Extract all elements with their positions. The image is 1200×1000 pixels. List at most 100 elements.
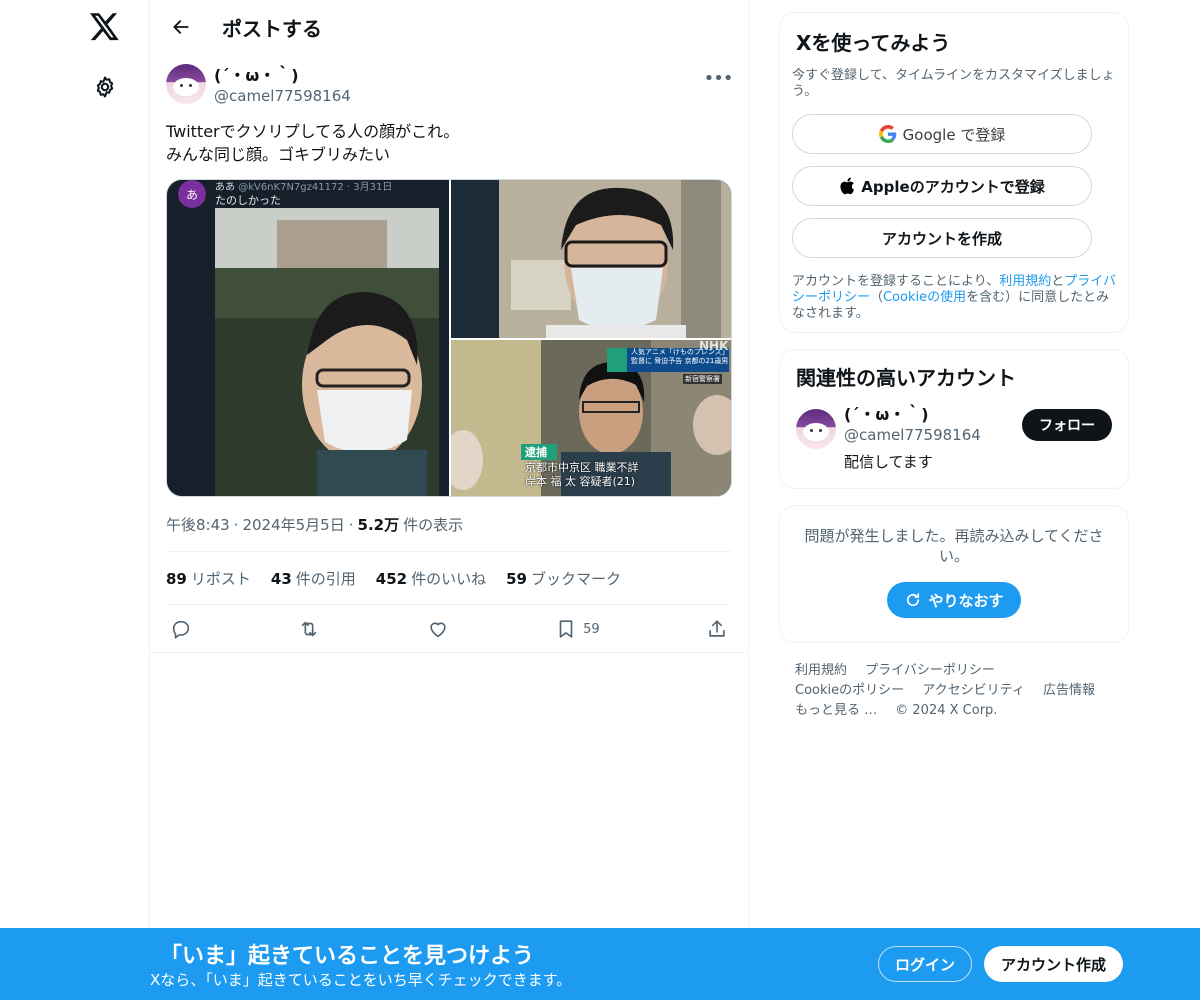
views-count: 5.2万 [357, 516, 400, 534]
refresh-icon [907, 593, 920, 607]
photo1-caption: たのしかった [215, 194, 281, 207]
error-message: 問題が発生しました。再読み込みしてください。 [804, 527, 1104, 565]
media-photo-1[interactable]: あ ああ @kV6nK7N7gz41172 · 3月31日 たのしかった [167, 180, 449, 496]
main-column: ポストする (´・ω・｀) @camel77598164 ••• Twitter… [149, 0, 749, 1000]
media-photo-3[interactable]: 人気アニメ「けものフレンズ」監督に 脅迫予告 京都の21歳男 新宿警察署 NHK… [451, 340, 731, 496]
tweet-meta: 午後8:43 · 2024年5月5日 · 5.2万 件の表示 [166, 514, 463, 535]
like-button[interactable] [427, 618, 449, 640]
footer-link-more[interactable]: もっと見る … [795, 703, 877, 718]
tweet-actions: 59 [166, 616, 732, 642]
photo3-caption-line1: 京都市中京区 職業不詳 [525, 461, 639, 474]
tweet-date[interactable]: 2024年5月5日 [242, 514, 344, 535]
error-card: 問題が発生しました。再読み込みしてください。 やりなおす [779, 505, 1129, 643]
create-account-button[interactable]: アカウントを作成 [792, 218, 1092, 258]
reply-button[interactable] [170, 618, 192, 640]
related-bio: 配信してます [844, 453, 933, 471]
author-handle[interactable]: @camel77598164 [214, 86, 351, 106]
bookmark-icon [559, 620, 573, 638]
x-logo-icon[interactable] [88, 10, 122, 44]
related-user[interactable]: (´・ω・｀) @camel77598164 配信してます フォロー [796, 405, 1112, 473]
terms-link[interactable]: 利用規約 [999, 274, 1051, 289]
photo3-logo: NHK [699, 340, 729, 353]
stat-quotes[interactable]: 43 件の引用 [271, 568, 356, 589]
google-icon [878, 125, 896, 143]
photo3-caption-line2: 岸本 福 太 容疑者(21) [525, 475, 636, 488]
tweet-text: Twitterでクソリプしてる人の顔がこれ。 みんな同じ顔。ゴキブリみたい [166, 120, 726, 166]
media-photo-2[interactable] [451, 180, 731, 338]
footer-link-cookie[interactable]: Cookieのポリシー [795, 683, 904, 698]
photo3-caption: 京都市中京区 職業不詳 岸本 福 太 容疑者(21) [525, 461, 639, 489]
views-label: 件の表示 [403, 516, 464, 534]
right-sidebar: Xを使ってみよう 今すぐ登録して、タイムラインをカスタマイズしましょう。 Goo… [779, 12, 1129, 721]
footer-link-privacy[interactable]: プライバシーポリシー [865, 663, 995, 678]
apple-icon [840, 177, 855, 195]
related-display-name[interactable]: (´・ω・｀) [844, 405, 981, 425]
related-handle[interactable]: @camel77598164 [844, 425, 981, 445]
tweet-stats: 89 リポスト 43 件の引用 452 件のいいね 59 ブックマーク [166, 568, 621, 589]
tweet-body: Twitterでクソリプしてる人の顔がこれ。 みんな同じ顔。ゴキブリみたい [166, 122, 460, 164]
tweet-time[interactable]: 午後8:43 [166, 514, 230, 535]
stat-label: ブックマーク [530, 570, 621, 588]
stat-count: 43 [270, 570, 292, 588]
retry-label: やりなおす [928, 591, 1004, 610]
photo3-station: 新宿警察署 [683, 374, 722, 384]
stat-label: リポスト [190, 570, 251, 588]
follow-button[interactable]: フォロー [1022, 409, 1112, 441]
bookmark-button[interactable]: 59 [555, 618, 600, 640]
share-button[interactable] [706, 618, 728, 640]
login-banner: 「いま」起きていることを見つけよう Xなら、「いま」起きていることをいち早くチェ… [0, 928, 1200, 1000]
apple-signup-button[interactable]: Appleのアカウントで登録 [792, 166, 1092, 206]
related-title: 関連性の高いアカウント [796, 366, 1016, 390]
apple-signup-label: Appleのアカウントで登録 [861, 177, 1045, 196]
page-title: ポストする [222, 16, 322, 41]
divider [150, 652, 748, 653]
signup-subtitle: 今すぐ登録して、タイムラインをカスタマイズしましょう。 [792, 68, 1115, 99]
stat-reposts[interactable]: 89 リポスト [166, 568, 251, 589]
stat-count: 59 [506, 570, 527, 588]
heart-icon [430, 622, 446, 638]
tweet-author: (´・ω・｀) @camel77598164 ••• [166, 64, 734, 108]
retry-button[interactable]: やりなおす [887, 582, 1021, 618]
reply-icon [172, 620, 190, 639]
google-signup-button[interactable]: Google で登録 [792, 114, 1092, 154]
signup-button[interactable]: アカウント作成 [984, 946, 1123, 982]
terms-text: （ [870, 290, 884, 305]
gear-icon[interactable] [90, 72, 120, 102]
related-accounts-card: 関連性の高いアカウント (´・ω・｀) @camel77598164 配信してま… [779, 349, 1129, 489]
photo3-badge: 逮捕 [525, 446, 547, 459]
login-button[interactable]: ログイン [878, 946, 972, 982]
page-header: ポストする [150, 0, 748, 54]
signup-title: Xを使ってみよう [796, 31, 951, 55]
bookmark-count: 59 [583, 621, 600, 637]
signup-card: Xを使ってみよう 今すぐ登録して、タイムラインをカスタマイズしましょう。 Goo… [779, 12, 1129, 333]
footer-link-ads[interactable]: 広告情報 [1043, 683, 1095, 698]
meta-separator: · [233, 515, 239, 534]
author-display-name[interactable]: (´・ω・｀) [214, 66, 351, 86]
divider [166, 604, 732, 605]
repost-icon [302, 621, 317, 637]
svg-text:あ: あ [186, 188, 198, 202]
footer-link-terms[interactable]: 利用規約 [795, 663, 847, 678]
stat-label: 件の引用 [295, 570, 356, 588]
stat-count: 452 [375, 570, 408, 588]
stat-bookmarks[interactable]: 59 ブックマーク [506, 568, 621, 589]
avatar[interactable] [796, 409, 836, 449]
meta-separator: · [348, 515, 354, 534]
footer-link-accessibility[interactable]: アクセシビリティ [922, 683, 1025, 698]
back-arrow-icon[interactable] [164, 10, 198, 44]
banner-title: 「いま」起きていることを見つけよう [160, 944, 535, 969]
stat-count: 89 [166, 570, 187, 588]
stat-label: 件のいいね [411, 570, 487, 588]
avatar[interactable] [166, 64, 206, 104]
tweet-media[interactable]: あ ああ @kV6nK7N7gz41172 · 3月31日 たのしかった 人気ア… [166, 179, 732, 497]
cookie-link[interactable]: Cookieの使用 [883, 290, 966, 305]
terms-text: と [1051, 274, 1065, 289]
more-options-icon[interactable]: ••• [704, 66, 734, 90]
divider [166, 551, 732, 552]
left-nav [0, 0, 150, 1000]
terms-notice: アカウントを登録することにより、利用規約とプライバシーポリシー（Cookieの使… [792, 274, 1116, 322]
copyright: © 2024 X Corp. [895, 703, 998, 718]
footer: 利用規約 プライバシーポリシー Cookieのポリシー アクセシビリティ 広告情… [779, 661, 1129, 721]
stat-likes[interactable]: 452 件のいいね [376, 568, 486, 589]
repost-button[interactable] [298, 618, 320, 640]
